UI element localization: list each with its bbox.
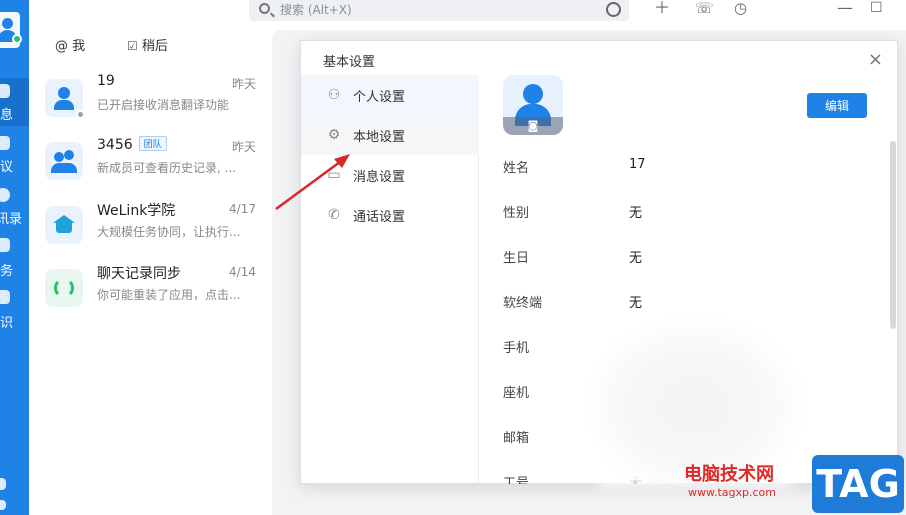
search-icon xyxy=(259,3,270,14)
chat-time: 4/14 xyxy=(229,265,256,279)
chat-item[interactable]: 3456 团队 昨天 新成员可查看历史记录, ... xyxy=(45,136,260,198)
field-name: 姓名 17 xyxy=(503,157,883,177)
person-icon: ⚇ xyxy=(327,87,341,103)
rail-item-messages[interactable]: 息 xyxy=(0,78,29,126)
tab-later-label: 稍后 xyxy=(141,39,168,54)
field-value: 无 xyxy=(629,206,643,221)
avatar-head xyxy=(523,84,543,104)
chat-name-text: 3456 xyxy=(97,137,133,153)
rail-item-more[interactable] xyxy=(0,500,29,514)
rail-item-tasks[interactable]: 务 xyxy=(0,236,29,280)
later-icon: ☑ xyxy=(127,39,138,53)
settings-nav: ⚇ 个人设置 ⚙ 本地设置 ▭ 消息设置 ✆ 通话设置 xyxy=(301,75,479,484)
chat-item[interactable]: WeLink学院 4/17 大规模任务协同，让执行... xyxy=(45,202,260,262)
settings-dialog: 基本设置 × ⚇ 个人设置 ⚙ 本地设置 ▭ 消息设置 ✆ 通话设置 ◙ 编辑 … xyxy=(300,40,898,486)
group-avatar xyxy=(45,142,83,180)
chat-preview: 新成员可查看历史记录, ... xyxy=(97,161,237,175)
rail-item-meetings[interactable]: 议 xyxy=(0,132,29,176)
sync-icon xyxy=(54,278,74,298)
chat-item[interactable]: 聊天记录同步 4/14 你可能重装了应用，点击... xyxy=(45,265,260,325)
watermark-logo: TAG xyxy=(812,455,904,513)
tab-later[interactable]: ☑ 稍后 xyxy=(127,35,168,54)
chat-time: 4/17 xyxy=(229,202,256,216)
profile-avatar[interactable]: ◙ xyxy=(503,75,563,135)
chat-item[interactable]: 19 昨天 已开启接收消息翻译功能 xyxy=(45,73,260,135)
knowledge-icon xyxy=(0,290,10,304)
watermark-url: www.tagxp.com xyxy=(688,486,776,499)
field-value: 17 xyxy=(629,157,646,172)
field-label: 性别 xyxy=(503,206,530,221)
watermark-text: 电脑技术网 xyxy=(684,464,774,485)
chat-name: 3456 团队 xyxy=(97,136,167,153)
dialog-title: 基本设置 xyxy=(323,55,376,70)
tasks-icon xyxy=(0,238,10,252)
add-icon[interactable]: ＋ xyxy=(654,0,670,18)
sync-avatar xyxy=(45,269,83,307)
minimize-icon[interactable]: — xyxy=(837,0,853,18)
annotation-arrow xyxy=(275,154,350,211)
chat-preview: 你可能重装了应用，点击... xyxy=(97,288,241,302)
chat-name: WeLink学院 xyxy=(97,203,176,219)
settings-nav-label: 个人设置 xyxy=(353,90,406,105)
search-placeholder: 搜索 (Alt+X) xyxy=(280,3,352,17)
chat-time: 昨天 xyxy=(231,77,256,91)
settings-nav-label: 本地设置 xyxy=(353,130,406,145)
academy-avatar xyxy=(45,206,83,244)
dialog-scrollbar[interactable] xyxy=(890,141,896,329)
field-label: 软终端 xyxy=(503,296,543,311)
phone-call-icon[interactable]: ☏ xyxy=(695,0,714,18)
field-label: 邮箱 xyxy=(503,431,530,446)
group-icon xyxy=(54,152,64,162)
history-icon[interactable]: ◷ xyxy=(734,0,747,18)
settings-nav-label: 通话设置 xyxy=(353,210,406,225)
field-birthday: 生日 无 xyxy=(503,247,883,267)
avatar-head xyxy=(2,18,13,29)
field-label: 工号 xyxy=(503,476,530,484)
chat-name: 19 xyxy=(97,73,115,89)
chat-preview: 大规模任务协同，让执行... xyxy=(97,225,241,239)
field-gender: 性别 无 xyxy=(503,202,883,222)
field-softclient: 软终端 无 xyxy=(503,292,883,312)
graduation-cap-base xyxy=(56,223,72,233)
field-label: 手机 xyxy=(503,341,530,356)
field-label: 姓名 xyxy=(503,161,530,176)
settings-nav-personal[interactable]: ⚇ 个人设置 xyxy=(301,75,479,115)
apps-icon xyxy=(0,478,6,490)
chat-icon xyxy=(0,84,10,98)
chat-time: 昨天 xyxy=(231,140,256,154)
offline-dot xyxy=(76,110,85,119)
person-icon xyxy=(58,87,70,99)
rail-item-apps[interactable] xyxy=(0,478,29,494)
chat-name: 聊天记录同步 xyxy=(97,266,181,282)
field-label: 座机 xyxy=(503,386,530,401)
rail-item-knowledge[interactable]: 识 xyxy=(0,288,29,332)
graduation-cap-icon xyxy=(53,215,75,223)
edit-button[interactable]: 编辑 xyxy=(807,93,867,118)
rail-item-contacts[interactable]: 讯录 xyxy=(0,184,29,228)
maximize-icon[interactable]: ☐ xyxy=(870,0,883,18)
person-body xyxy=(54,100,74,110)
team-badge: 团队 xyxy=(138,136,167,151)
contact-avatar xyxy=(45,79,85,119)
online-status-dot xyxy=(12,34,22,44)
group-icon-2 xyxy=(64,150,74,160)
contacts-icon xyxy=(0,188,10,202)
chat-preview: 已开启接收消息翻译功能 xyxy=(97,98,230,112)
close-icon[interactable]: × xyxy=(868,49,883,70)
app-sidebar: 息 议 讯录 务 识 xyxy=(0,0,29,515)
field-label: 生日 xyxy=(503,251,530,266)
gear-icon: ⚙ xyxy=(327,127,341,143)
search-bar[interactable]: 搜索 (Alt+X) xyxy=(249,0,629,21)
tab-mentions[interactable]: @ 我 xyxy=(55,35,85,54)
user-avatar[interactable] xyxy=(0,12,22,48)
meeting-icon xyxy=(0,136,10,150)
settings-nav-label: 消息设置 xyxy=(353,170,406,185)
customer-service-icon[interactable] xyxy=(606,2,621,17)
field-value: 无 xyxy=(629,296,643,311)
field-value: 无 xyxy=(629,251,643,266)
camera-icon: ◙ xyxy=(503,117,563,135)
more-icon xyxy=(0,500,6,510)
group-body xyxy=(51,163,77,173)
